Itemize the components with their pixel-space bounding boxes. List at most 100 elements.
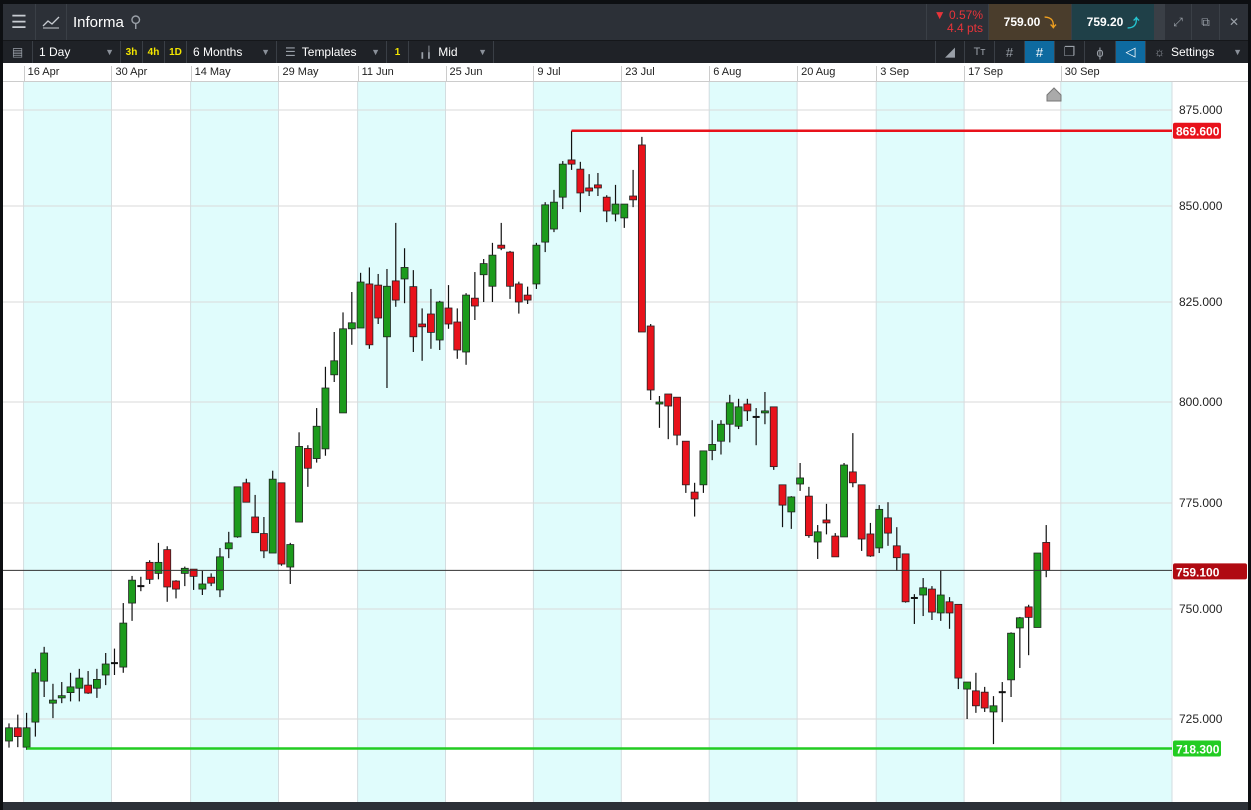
candle xyxy=(681,440,690,493)
interval-select[interactable]: 1 Day ▼ xyxy=(33,41,121,63)
candle-body xyxy=(576,168,585,194)
resistance-label: 869.600 xyxy=(1176,125,1220,139)
candle-body xyxy=(453,321,462,351)
candle-body xyxy=(383,285,391,338)
date-label: 9 Jul xyxy=(533,66,561,82)
quick-3h-button[interactable]: 3h xyxy=(121,41,143,63)
candle-body xyxy=(154,561,163,574)
y-tick-label: 775.000 xyxy=(1179,496,1223,510)
maximize-icon[interactable]: ⤢ xyxy=(1165,4,1192,40)
quick-1d-button[interactable]: 1D xyxy=(165,41,187,63)
candle-body xyxy=(444,307,453,325)
candle xyxy=(1042,525,1051,578)
date-label: 30 Sep xyxy=(1060,66,1100,82)
grid-edit-icon[interactable]: # xyxy=(1024,41,1054,63)
candle-body xyxy=(708,444,717,451)
candle-body xyxy=(172,580,180,590)
candle-body xyxy=(646,325,655,391)
candle-body xyxy=(374,284,383,319)
candle-body xyxy=(400,267,409,280)
candle-body xyxy=(1033,552,1042,628)
chart-type-icon[interactable] xyxy=(36,4,67,40)
candle-body xyxy=(699,450,708,486)
candle xyxy=(655,396,664,428)
candle-body xyxy=(312,425,321,459)
candle-body xyxy=(769,406,778,468)
settings-button[interactable]: ☼ Settings ▼ xyxy=(1145,41,1248,63)
text-tool-icon[interactable]: Tт xyxy=(964,41,994,63)
candle xyxy=(233,486,242,538)
instrument-name[interactable]: Informa xyxy=(73,14,124,31)
candle xyxy=(629,169,637,208)
time-band xyxy=(876,82,965,802)
candle-body xyxy=(479,263,488,276)
candle-body xyxy=(1015,617,1024,629)
candle xyxy=(620,203,629,228)
candle xyxy=(172,580,180,599)
y-tick-label: 725.000 xyxy=(1179,712,1223,726)
grip-handle[interactable] xyxy=(1155,4,1165,40)
candle-body xyxy=(49,699,57,704)
indicator-icon[interactable]: ɸ xyxy=(1084,41,1115,63)
candle xyxy=(339,312,347,414)
candle xyxy=(532,242,541,289)
time-band xyxy=(190,82,279,802)
y-tick-label: 875.000 xyxy=(1179,103,1223,117)
buy-button[interactable]: 759.20 ⤴ xyxy=(1072,4,1155,40)
time-band xyxy=(357,82,446,802)
candle-body xyxy=(804,495,813,537)
candle xyxy=(312,408,321,463)
templates-select[interactable]: ☰ Templates ▼ xyxy=(277,41,387,63)
y-tick-label: 750.000 xyxy=(1179,602,1223,616)
candle-body xyxy=(321,387,330,450)
candle xyxy=(154,542,163,580)
candle xyxy=(690,482,699,517)
candle-body xyxy=(717,423,725,442)
range-select[interactable]: 6 Months ▼ xyxy=(187,41,277,63)
search-icon[interactable]: ⚲ xyxy=(130,12,142,32)
candle-body xyxy=(242,482,251,503)
one-button[interactable]: 1 xyxy=(387,41,409,63)
candle xyxy=(137,576,145,592)
sell-button[interactable]: 759.00 ⤵ xyxy=(989,4,1072,40)
candle xyxy=(848,433,857,488)
candlestick-chart[interactable]: 875.000 850.000 825.000 800.000 775.000 750.0… xyxy=(3,82,1248,802)
candle-body xyxy=(673,396,681,436)
close-icon[interactable]: ✕ xyxy=(1220,4,1248,40)
candle-body xyxy=(928,588,936,613)
candle-body xyxy=(409,286,418,338)
candle-body xyxy=(198,583,207,590)
date-label: 11 Jun xyxy=(357,66,394,82)
candle-body xyxy=(277,482,286,565)
candle-body xyxy=(822,519,831,524)
candle-body xyxy=(506,251,514,287)
date-label: 23 Jul xyxy=(621,66,655,82)
candle-body xyxy=(1007,632,1015,681)
candle-body xyxy=(945,601,954,614)
candle xyxy=(145,560,154,584)
date-label: 20 Aug xyxy=(797,66,835,82)
candle-body xyxy=(224,542,233,550)
candle xyxy=(444,285,453,329)
candle xyxy=(954,603,963,690)
chart-toolbar: ▤ 1 Day ▼ 3h 4h 1D 6 Months ▼ ☰ Templates ▼ … xyxy=(3,41,1248,63)
tag-icon[interactable]: ◁ xyxy=(1115,41,1145,63)
candle xyxy=(268,470,277,554)
candle-body xyxy=(664,393,673,407)
price-type-select[interactable]: ╻╽ Mid ▼ xyxy=(409,41,494,63)
quick-4h-button[interactable]: 4h xyxy=(143,41,165,63)
candle xyxy=(1033,552,1042,628)
drawing-tool-icon[interactable]: ◢ xyxy=(935,41,964,63)
candle-body xyxy=(963,681,972,690)
candle-body xyxy=(857,484,866,540)
candle xyxy=(163,546,172,602)
menu-icon[interactable]: ☰ xyxy=(3,4,36,40)
candle xyxy=(1015,616,1024,668)
layers-icon[interactable]: ❐ xyxy=(1054,41,1084,63)
candle xyxy=(822,503,831,535)
candle xyxy=(972,672,980,713)
grid-icon[interactable]: # xyxy=(994,41,1024,63)
candle-body xyxy=(365,283,374,346)
popout-icon[interactable]: ⧉ xyxy=(1192,4,1220,40)
list-icon[interactable]: ▤ xyxy=(3,41,33,63)
